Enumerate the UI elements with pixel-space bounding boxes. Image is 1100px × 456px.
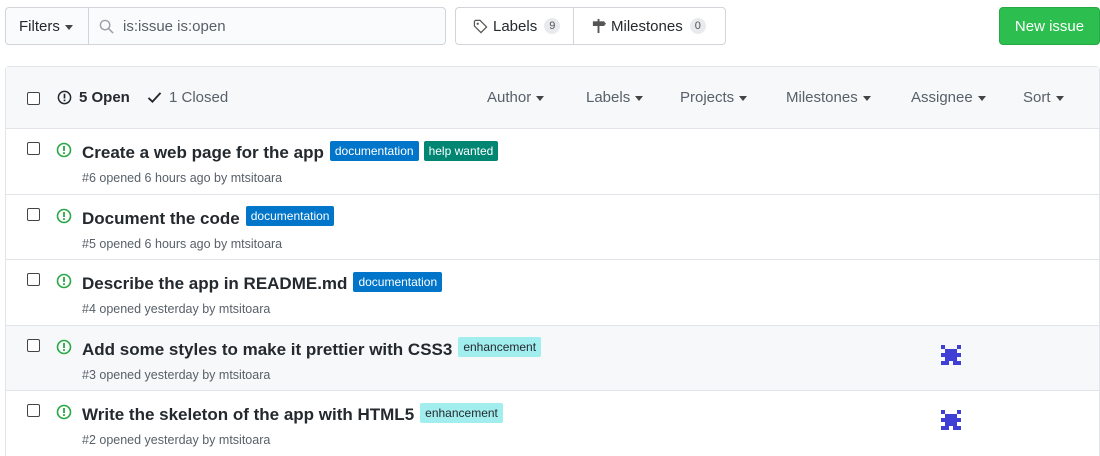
caret-down-icon bbox=[739, 96, 748, 101]
issue-title-link[interactable]: Write the skeleton of the app with HTML5 bbox=[82, 405, 414, 425]
caret-down-icon bbox=[635, 96, 644, 101]
milestones-filter-label: Milestones bbox=[786, 89, 858, 106]
milestone-icon bbox=[592, 18, 606, 34]
labels-count: 9 bbox=[544, 18, 561, 34]
caret-down-icon bbox=[977, 96, 986, 101]
issue-checkbox[interactable] bbox=[27, 338, 40, 352]
issue-opened-icon bbox=[56, 404, 72, 420]
milestones-count: 0 bbox=[689, 18, 706, 34]
issue-checkbox[interactable] bbox=[27, 142, 40, 155]
issue-meta: #6 opened 6 hours ago by mtsitoara bbox=[82, 171, 283, 185]
new-issue-button[interactable]: New issue bbox=[999, 7, 1100, 45]
issue-title-link[interactable]: Describe the app in README.md bbox=[82, 274, 347, 294]
label-enhancement[interactable]: enhancement bbox=[458, 337, 542, 357]
open-count-label: 5 Open bbox=[79, 89, 130, 106]
issue-row: Describe the app in README.md documentat… bbox=[6, 260, 1099, 326]
closed-issues-tab[interactable]: 1 Closed bbox=[147, 89, 228, 106]
assignee-avatar[interactable] bbox=[941, 344, 961, 365]
issue-opened-icon bbox=[57, 90, 72, 105]
labels-button[interactable]: Labels 9 bbox=[455, 7, 574, 45]
filters-dropdown[interactable]: Filters bbox=[5, 7, 89, 45]
closed-count-label: 1 Closed bbox=[169, 89, 229, 106]
caret-down-icon bbox=[862, 96, 871, 101]
issues-toolbar: Filters Labels 9 Milestones 0 New issue bbox=[5, 7, 1100, 46]
issue-row: Document the code documentation #5 opene… bbox=[6, 195, 1099, 260]
issue-opened-icon bbox=[56, 273, 72, 289]
caret-down-icon bbox=[1055, 96, 1064, 101]
labels-filter-label: Labels bbox=[586, 89, 631, 106]
caret-down-icon bbox=[536, 96, 545, 101]
select-all-checkbox[interactable] bbox=[27, 92, 40, 105]
sort-filter[interactable]: Sort bbox=[1023, 89, 1064, 106]
labels-button-label: Labels bbox=[493, 17, 538, 35]
label-documentation[interactable]: documentation bbox=[353, 271, 443, 292]
sort-filter-label: Sort bbox=[1023, 89, 1051, 106]
issues-list: 5 Open 1 Closed Author Labels Projects M… bbox=[5, 66, 1100, 456]
open-issues-tab[interactable]: 5 Open bbox=[57, 89, 130, 106]
new-issue-label: New issue bbox=[1014, 17, 1085, 35]
assignee-filter-label: Assignee bbox=[911, 89, 973, 106]
assignee-filter[interactable]: Assignee bbox=[911, 89, 986, 106]
search-field[interactable] bbox=[89, 7, 446, 45]
search-icon bbox=[99, 19, 114, 34]
issue-meta: #4 opened yesterday by mtsitoara bbox=[82, 302, 271, 316]
caret-down-icon bbox=[64, 24, 73, 30]
tag-icon bbox=[473, 19, 488, 33]
projects-filter[interactable]: Projects bbox=[680, 89, 748, 106]
label-documentation[interactable]: documentation bbox=[329, 140, 419, 161]
issues-list-header: 5 Open 1 Closed Author Labels Projects M… bbox=[6, 67, 1099, 129]
issue-opened-icon bbox=[56, 142, 72, 158]
label-help-wanted[interactable]: help wanted bbox=[423, 140, 499, 161]
issue-row: Write the skeleton of the app with HTML5… bbox=[6, 391, 1099, 456]
issue-opened-icon bbox=[56, 339, 72, 354]
assignee-avatar[interactable] bbox=[941, 410, 961, 430]
milestones-filter[interactable]: Milestones bbox=[786, 89, 871, 106]
issue-row: Create a web page for the app documentat… bbox=[6, 129, 1099, 195]
search-input[interactable] bbox=[123, 17, 423, 35]
projects-filter-label: Projects bbox=[680, 89, 735, 106]
issue-row: Add some styles to make it prettier with… bbox=[6, 325, 1099, 391]
issue-meta: #3 opened yesterday by mtsitoara bbox=[82, 367, 271, 382]
author-filter-label: Author bbox=[487, 89, 532, 106]
check-icon bbox=[147, 92, 162, 103]
labels-filter[interactable]: Labels bbox=[586, 89, 644, 106]
issue-meta: #2 opened yesterday by mtsitoara bbox=[82, 433, 271, 447]
issue-title-link[interactable]: Create a web page for the app bbox=[82, 143, 324, 163]
author-filter[interactable]: Author bbox=[487, 89, 545, 106]
filters-label: Filters bbox=[19, 17, 60, 35]
issue-opened-icon bbox=[56, 208, 72, 223]
issue-checkbox[interactable] bbox=[27, 207, 40, 221]
milestones-button[interactable]: Milestones 0 bbox=[573, 7, 726, 45]
issue-checkbox[interactable] bbox=[27, 404, 40, 417]
issue-checkbox[interactable] bbox=[27, 273, 40, 286]
label-enhancement[interactable]: enhancement bbox=[420, 402, 503, 423]
issue-title-link[interactable]: Document the code bbox=[82, 209, 240, 229]
issue-title-link[interactable]: Add some styles to make it prettier with… bbox=[82, 340, 452, 360]
milestones-button-label: Milestones bbox=[611, 17, 683, 35]
label-documentation[interactable]: documentation bbox=[245, 206, 335, 226]
issue-meta: #5 opened 6 hours ago by mtsitoara bbox=[82, 236, 283, 251]
